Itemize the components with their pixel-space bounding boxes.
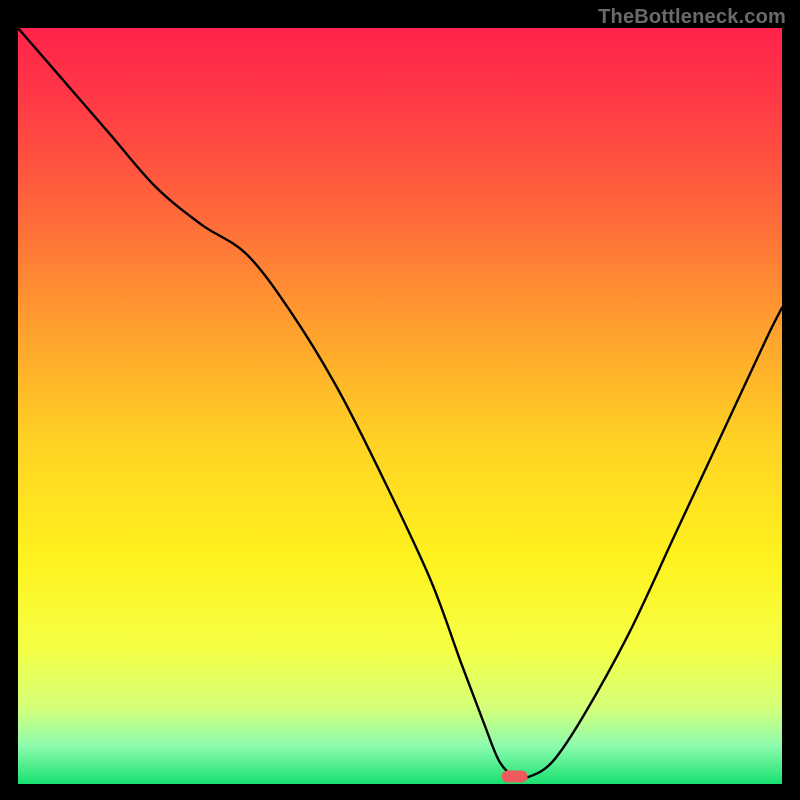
watermark-text: TheBottleneck.com [598,6,786,29]
plot-area [18,28,782,784]
chart-svg [18,28,782,784]
optimum-marker [502,770,528,782]
gradient-background [18,28,782,784]
chart-frame: TheBottleneck.com [0,0,800,800]
